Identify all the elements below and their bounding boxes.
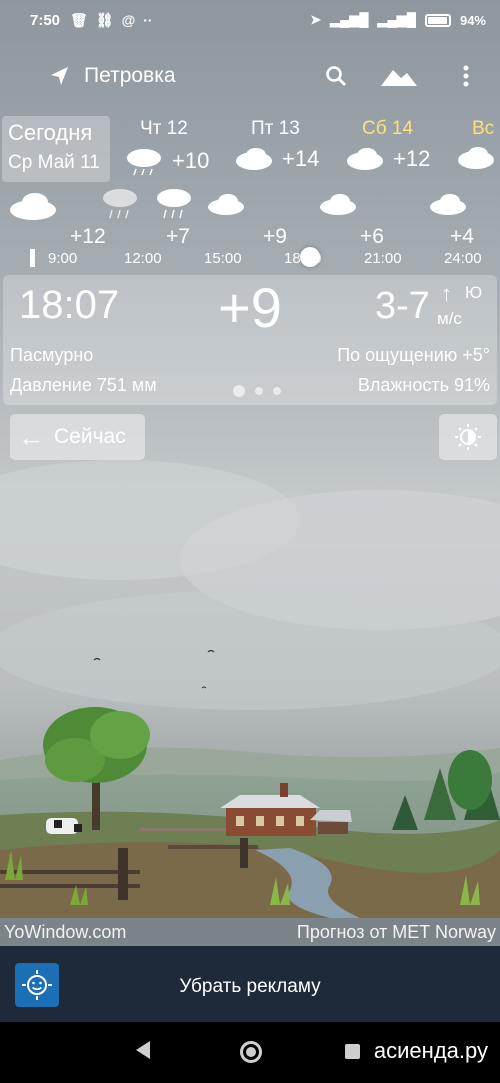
navigation-icon: ➤ [310,12,322,27]
more-notifications-icon: ·· [143,12,153,28]
recent-apps-icon[interactable] [345,1044,360,1059]
hourly-temp: +6 [360,225,384,248]
day-night-button[interactable] [439,414,497,460]
current-time: 18:07 [19,283,120,327]
signal-icon: ▂▄▆█ [330,12,369,27]
cloud-icon [320,194,356,215]
no-link-icon: ⛓ [95,11,114,28]
cloud-icon [10,193,56,220]
day-name: Сб 14 [362,118,414,139]
sun-moon-icon [455,424,481,450]
day-temp: +14 [282,146,320,171]
status-time: 7:50 [30,11,61,29]
more-vertical-icon[interactable] [451,62,481,90]
battery-percent: 94% [459,12,486,28]
day-tab[interactable]: Чт 12 [140,118,188,140]
rain-cloud-icon [157,189,191,219]
cloud-icon [430,194,466,215]
day-temp: +10 [172,148,210,173]
today-label: Сегодня [8,120,93,145]
day-tab-weekend[interactable]: Сб 14 [362,118,413,140]
hourly-temp: +9 [263,225,287,248]
current-temperature: +9 [218,276,282,339]
credits-bar: YoWindow.com Прогноз от MET Norway [0,918,500,946]
yowindow-link[interactable]: YoWindow.com [4,922,126,943]
cloud-icon [458,147,494,169]
wind-speed: 3-7 [375,285,430,327]
landscape-icon[interactable] [380,62,418,90]
cloud-icon [236,148,272,170]
page-dot [255,387,263,395]
today-tab[interactable]: Сегодня Ср Май 11 [2,116,110,182]
cloud-icon [347,148,383,170]
today-date: Ср Май 11 [8,152,100,173]
hourly-time: 24:00 [444,250,482,267]
system-navigation-bar: асиенда.ру [0,1022,500,1083]
condition: Пасмурно [10,345,94,365]
rain-cloud-icon [103,189,137,219]
home-icon[interactable] [240,1041,262,1063]
day-name: Чт 12 [140,118,188,139]
timeline-slider-knob[interactable] [300,247,320,267]
wind-direction: Ю [465,283,483,302]
page-dot [273,387,281,395]
battery-icon [424,13,451,27]
watermark: асиенда.ру [373,1038,488,1063]
search-icon[interactable] [321,62,351,90]
hourly-time: 12:00 [124,250,162,267]
wind-unit: м/с [437,309,462,328]
day-temp: +12 [393,146,431,171]
trash-icon: 🗑 [70,11,88,28]
current-conditions-panel[interactable]: 18:07 +9 3-7 ↑ Ю м/с Пасмурно По ощущени… [3,275,497,405]
page-dot-active [233,385,245,397]
hourly-time: 15:00 [204,250,242,267]
hourly-temp: +12 [70,225,106,248]
header: Петровка [0,52,500,100]
signal-icon-2: ▂▄▆█ [377,12,416,27]
at-icon: @ [121,12,136,28]
status-bar: 7:50 🗑 ⛓ @ ·· ➤ ▂▄▆█ ▂▄▆█ 94% [0,0,500,40]
rain-cloud-icon [127,149,161,176]
wind-arrow-icon: ↑ [441,281,452,306]
cloud-icon [208,194,244,215]
location-name[interactable]: Петровка [84,64,176,88]
hourly-temp: +4 [450,225,474,248]
location-arrow-icon[interactable] [48,64,72,88]
back-icon[interactable] [136,1041,150,1059]
feels-like: По ощущению +5° [337,345,490,365]
arrow-left-icon: ← [18,421,44,452]
hourly-time: 9:00 [48,250,78,267]
hourly-time: 21:00 [364,250,402,267]
day-tab[interactable]: Пт 13 [251,118,300,140]
forecast-source[interactable]: Прогноз от MET Norway [297,922,496,943]
day-name: Пт 13 [251,118,300,139]
remove-ads-bar[interactable]: Убрать рекламу [0,946,500,1022]
hourly-temp: +7 [166,225,190,248]
humidity: Влажность 91% [357,375,490,395]
day-name: Вс [472,118,495,139]
remove-ads-label: Убрать рекламу [179,976,321,997]
page-indicator [233,385,281,397]
now-button-label: Сейчас [54,425,126,448]
current-time-marker [30,249,35,267]
day-tab-weekend[interactable]: Вс [472,118,494,140]
now-button[interactable]: ← Сейчас [10,414,145,460]
pressure: Давление 751 мм [10,375,157,395]
